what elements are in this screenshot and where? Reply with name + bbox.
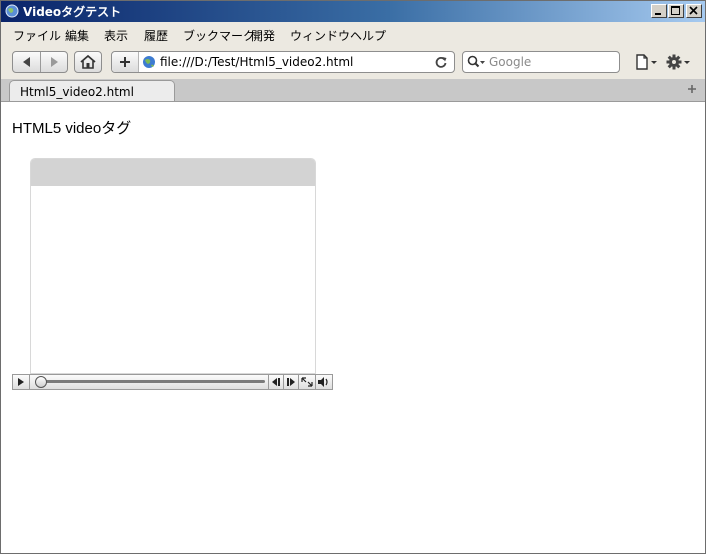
menu-help[interactable]: ヘルプ (350, 27, 386, 44)
close-icon (689, 6, 698, 15)
back-button[interactable] (13, 52, 41, 72)
address-bar[interactable]: file:///D:/Test/Html5_video2.html (111, 51, 455, 73)
fullscreen-icon (301, 377, 313, 387)
url-text[interactable]: file:///D:/Test/Html5_video2.html (160, 55, 353, 69)
volume-button[interactable] (316, 375, 332, 389)
maximize-icon (671, 6, 680, 15)
page-menu-button[interactable] (633, 53, 661, 71)
window-title: Videoタグテスト (23, 5, 122, 19)
globe-icon (5, 4, 19, 18)
forward-icon (51, 57, 58, 67)
step-forward-icon (287, 378, 295, 386)
play-icon (18, 378, 24, 386)
globe-icon (143, 56, 155, 68)
home-button[interactable] (74, 51, 102, 73)
forward-button[interactable] (41, 52, 67, 72)
menu-window[interactable]: ウィンドウ (290, 27, 350, 44)
browser-window: Videoタグテスト ファイル 編集 表示 履歴 ブックマーク 開発 ウィンドウ… (0, 0, 706, 554)
toolbar: file:///D:/Test/Html5_video2.html Google (1, 47, 705, 77)
settings-button[interactable] (665, 53, 695, 71)
menu-edit[interactable]: 編集 (65, 27, 89, 44)
add-bookmark-button[interactable] (112, 52, 139, 72)
menu-file[interactable]: ファイル (13, 27, 61, 44)
tab-strip: Html5_video2.html (1, 79, 705, 102)
seek-track[interactable] (37, 380, 265, 383)
video-controls (12, 374, 333, 390)
search-field[interactable]: Google (462, 51, 620, 73)
seek-thumb[interactable] (35, 376, 47, 388)
minimize-icon (655, 13, 661, 15)
menu-develop[interactable]: 開発 (251, 27, 275, 44)
tab-label: Html5_video2.html (20, 85, 134, 99)
search-icon[interactable] (467, 55, 487, 69)
home-icon (80, 54, 96, 69)
back-forward-group (12, 51, 68, 73)
step-back-icon (272, 378, 280, 386)
play-button[interactable] (13, 375, 29, 389)
settings-icon (666, 54, 690, 70)
back-icon (23, 57, 30, 67)
menu-bar: ファイル 編集 表示 履歴 ブックマーク 開発 ウィンドウ ヘルプ (1, 23, 705, 45)
menu-bookmarks[interactable]: ブックマーク (183, 27, 255, 44)
plus-icon (688, 85, 696, 93)
page-heading: HTML5 videoタグ (12, 120, 132, 137)
video-header-bar (31, 159, 315, 186)
video-player[interactable] (30, 158, 316, 374)
title-bar: Videoタグテスト (1, 1, 705, 22)
maximize-button[interactable] (668, 4, 684, 18)
reload-icon[interactable] (434, 55, 448, 69)
new-tab-button[interactable] (685, 81, 699, 97)
fullscreen-button[interactable] (299, 375, 315, 389)
menu-history[interactable]: 履歴 (144, 27, 168, 44)
divider (29, 375, 30, 389)
step-forward-button[interactable] (284, 375, 298, 389)
search-placeholder: Google (489, 55, 532, 69)
page-menu-icon (636, 54, 657, 70)
menu-view[interactable]: 表示 (104, 27, 128, 44)
step-back-button[interactable] (269, 375, 283, 389)
page-content: HTML5 videoタグ (1, 102, 705, 553)
minimize-button[interactable] (651, 4, 667, 18)
volume-icon (318, 377, 328, 387)
close-button[interactable] (686, 4, 702, 18)
tab-html5-video2[interactable]: Html5_video2.html (9, 80, 175, 101)
add-bookmark-icon (120, 57, 130, 67)
